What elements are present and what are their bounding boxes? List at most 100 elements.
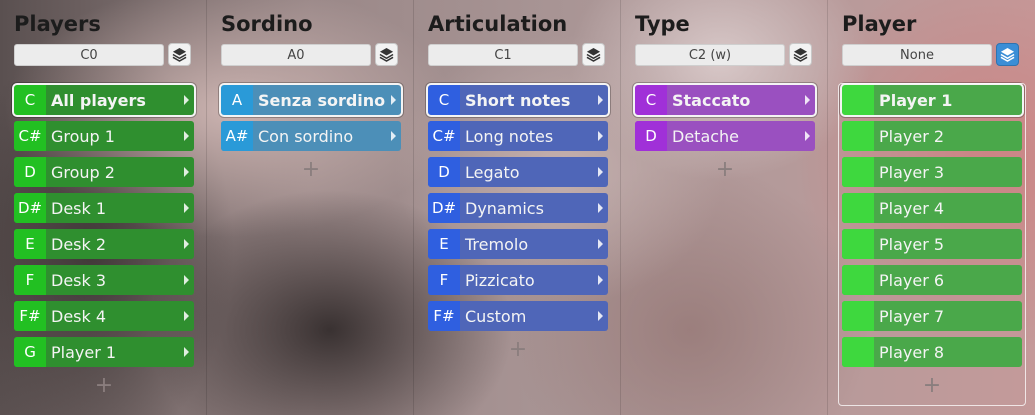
key-label: A# (221, 121, 253, 151)
key-label: D# (14, 193, 46, 223)
item-label: Desk 2 (51, 234, 107, 254)
item-label: Pizzicato (465, 270, 535, 290)
list-item[interactable]: F# Custom (428, 301, 608, 331)
item-label: Detache (672, 126, 740, 146)
key-label: D# (428, 193, 460, 223)
layers-button[interactable] (582, 43, 605, 66)
item-label: Tremolo (465, 234, 529, 254)
list-item[interactable]: D# Dynamics (428, 193, 608, 223)
item-label: Group 1 (51, 126, 115, 146)
layers-icon (379, 47, 394, 62)
key-label: A (221, 85, 253, 115)
layers-button[interactable] (996, 43, 1019, 66)
list-item[interactable]: A Senza sordino (219, 83, 403, 117)
list-item[interactable]: C All players (12, 83, 196, 117)
chevron-right-icon (391, 131, 396, 141)
key-label: C# (428, 121, 460, 151)
chevron-right-icon (598, 203, 603, 213)
trigger-note-field[interactable]: A0 (221, 44, 371, 66)
key-label: C (428, 85, 460, 115)
key-label: C (635, 85, 667, 115)
chevron-right-icon (805, 131, 810, 141)
trigger-note-field[interactable]: None (842, 44, 992, 66)
add-item-button[interactable]: + (715, 159, 735, 181)
key-label: E (428, 229, 460, 259)
list-item[interactable]: F Desk 3 (14, 265, 194, 295)
chevron-right-icon (184, 131, 189, 141)
key-label: F (14, 265, 46, 295)
chevron-right-icon (184, 167, 189, 177)
list-item[interactable]: D# Desk 1 (14, 193, 194, 223)
item-label: Long notes (465, 126, 554, 146)
trigger-note-field[interactable]: C1 (428, 44, 578, 66)
list-item[interactable]: C# Group 1 (14, 121, 194, 151)
list-item[interactable]: C Staccato (633, 83, 817, 117)
item-label: Staccato (672, 90, 751, 110)
column-title: Players (14, 12, 101, 36)
key-label: C# (14, 121, 46, 151)
player-list-frame (838, 83, 1026, 406)
column-title: Player (842, 12, 917, 36)
item-label: Group 2 (51, 162, 115, 182)
key-label: C (14, 85, 46, 115)
list-item[interactable]: E Desk 2 (14, 229, 194, 259)
chevron-right-icon (184, 275, 189, 285)
chevron-right-icon (598, 95, 603, 105)
layers-button[interactable] (375, 43, 398, 66)
trigger-note-field[interactable]: C2 (w) (635, 44, 785, 66)
list-item[interactable]: D Detache (635, 121, 815, 151)
column-sordino: Sordino A0 A Senza sordino A# Con sordino + (207, 0, 414, 415)
list-item[interactable]: F# Desk 4 (14, 301, 194, 331)
item-label: Desk 4 (51, 306, 107, 326)
column-players: Players C0 C All players C# Group 1 D Group 2 D#… (0, 0, 207, 415)
list-item[interactable]: D Legato (428, 157, 608, 187)
list-item[interactable]: F Pizzicato (428, 265, 608, 295)
column-title: Type (635, 12, 690, 36)
column-title: Sordino (221, 12, 313, 36)
chevron-right-icon (598, 167, 603, 177)
chevron-right-icon (598, 131, 603, 141)
chevron-right-icon (184, 203, 189, 213)
column-type: Type C2 (w) C Staccato D Detache + (621, 0, 828, 415)
chevron-right-icon (184, 95, 189, 105)
layers-icon (172, 47, 187, 62)
key-label: G (14, 337, 46, 367)
key-label: F (428, 265, 460, 295)
key-label: F# (14, 301, 46, 331)
list-item[interactable]: E Tremolo (428, 229, 608, 259)
item-label: Custom (465, 306, 527, 326)
chevron-right-icon (184, 347, 189, 357)
add-item-button[interactable]: + (508, 339, 528, 361)
item-label: Desk 3 (51, 270, 107, 290)
add-item-button[interactable]: + (94, 375, 114, 397)
item-label: Player 1 (51, 342, 117, 362)
item-label: Senza sordino (258, 90, 386, 110)
list-item[interactable]: D Group 2 (14, 157, 194, 187)
list-item[interactable]: C# Long notes (428, 121, 608, 151)
chevron-right-icon (598, 311, 603, 321)
layers-icon (1000, 47, 1015, 62)
item-label: All players (51, 90, 146, 110)
chevron-right-icon (805, 95, 810, 105)
item-label: Short notes (465, 90, 571, 110)
list-item[interactable]: G Player 1 (14, 337, 194, 367)
key-label: D (635, 121, 667, 151)
layers-icon (586, 47, 601, 62)
chevron-right-icon (598, 275, 603, 285)
chevron-right-icon (598, 239, 603, 249)
key-label: D (428, 157, 460, 187)
add-item-button[interactable]: + (301, 159, 321, 181)
layers-icon (793, 47, 808, 62)
column-title: Articulation (428, 12, 568, 36)
key-label: E (14, 229, 46, 259)
chevron-right-icon (391, 95, 396, 105)
trigger-note-field[interactable]: C0 (14, 44, 164, 66)
key-label: F# (428, 301, 460, 331)
chevron-right-icon (184, 239, 189, 249)
key-label: D (14, 157, 46, 187)
list-item[interactable]: C Short notes (426, 83, 610, 117)
list-item[interactable]: A# Con sordino (221, 121, 401, 151)
layers-button[interactable] (168, 43, 191, 66)
item-label: Legato (465, 162, 520, 182)
layers-button[interactable] (789, 43, 812, 66)
